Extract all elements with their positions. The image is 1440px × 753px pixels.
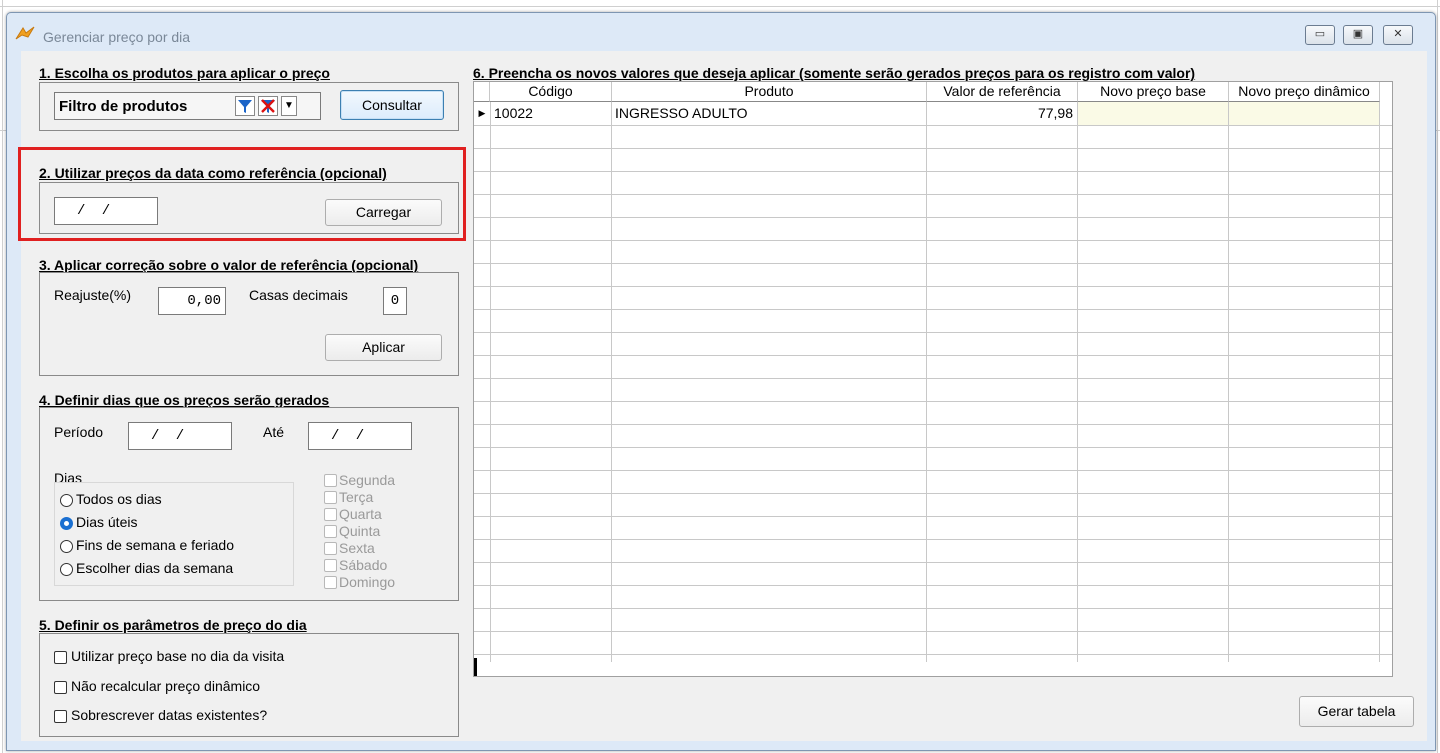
period-start-field[interactable]: / / xyxy=(128,422,232,450)
checkbox[interactable] xyxy=(54,710,67,723)
checkbox-label: Sobrescrever datas existentes? xyxy=(71,707,268,723)
column-header-novo-preco-base[interactable]: Novo preço base xyxy=(1078,82,1229,102)
cell-novo-preco-dinamico[interactable] xyxy=(1229,102,1379,125)
adjust-label: Reajuste(%) xyxy=(54,287,132,303)
row-pointer-icon: ▶ xyxy=(478,108,486,118)
decimals-label: Casas decimais xyxy=(249,287,348,303)
cell-produto[interactable]: INGRESSO ADULTO xyxy=(612,102,926,125)
checkbox[interactable] xyxy=(324,525,337,538)
checkbox[interactable] xyxy=(324,508,337,521)
app-icon xyxy=(15,26,35,40)
window-title: Gerenciar preço por dia xyxy=(43,29,191,45)
radio-label: Dias úteis xyxy=(76,514,138,530)
section3-title: 3. Aplicar correção sobre o valor de ref… xyxy=(39,257,419,273)
radio-button[interactable] xyxy=(60,494,73,507)
grid-horizontal-scrollbar-edge[interactable] xyxy=(474,658,477,676)
radio-button-selected[interactable] xyxy=(60,517,73,530)
clear-filter-button[interactable] xyxy=(258,96,278,116)
filter-dropdown-button[interactable]: ▼ xyxy=(281,96,297,116)
section3-group: Reajuste(%) 0,00 Casas decimais 0 Aplica… xyxy=(39,272,459,376)
filter-label: Filtro de produtos xyxy=(59,98,188,115)
column-header-novo-preco-dinamico[interactable]: Novo preço dinâmico xyxy=(1229,82,1380,102)
restore-icon: ▣ xyxy=(1352,28,1364,40)
checkbox[interactable] xyxy=(324,474,337,487)
radio-label: Fins de semana e feriado xyxy=(76,537,234,553)
radio-button[interactable] xyxy=(60,540,73,553)
dialog-client-area: 1. Escolha os produtos para aplicar o pr… xyxy=(18,51,1427,741)
section4-title: 4. Definir dias que os preços serão gera… xyxy=(39,392,330,408)
checkbox-label: Quarta xyxy=(339,506,382,522)
checkbox-label: Domingo xyxy=(339,574,396,590)
minimize-button[interactable]: ▭ xyxy=(1305,25,1335,45)
radio-label: Escolher dias da semana xyxy=(76,560,234,576)
checkbox[interactable] xyxy=(324,559,337,572)
checkbox[interactable] xyxy=(54,651,67,664)
checkbox-label: Quinta xyxy=(339,523,381,539)
section2-title: 2. Utilizar preços da data como referênc… xyxy=(39,165,387,181)
close-button[interactable]: ✕ xyxy=(1383,25,1413,45)
adjust-percent-field[interactable]: 0,00 xyxy=(158,287,226,315)
section4-group: Período / / Até / / Dias Todos os dias D… xyxy=(39,407,459,601)
load-button[interactable]: Carregar xyxy=(325,199,442,226)
checkbox-label: Utilizar preço base no dia da visita xyxy=(71,648,285,664)
period-end-field[interactable]: / / xyxy=(308,422,412,450)
dialog-window: Gerenciar preço por dia ▭ ▣ ✕ 1. Escolha… xyxy=(6,12,1436,751)
checkbox[interactable] xyxy=(54,681,67,694)
consult-button[interactable]: Consultar xyxy=(340,90,444,120)
close-icon: ✕ xyxy=(1393,28,1403,40)
radio-button[interactable] xyxy=(60,563,73,576)
section5-title: 5. Definir os parâmetros de preço do dia xyxy=(39,617,307,633)
reference-date-field[interactable]: / / xyxy=(54,197,158,225)
price-grid[interactable]: Código Produto Valor de referência Novo … xyxy=(473,81,1393,677)
section1-title: 1. Escolha os produtos para aplicar o pr… xyxy=(39,65,330,81)
section6-title: 6. Preencha os novos valores que deseja … xyxy=(473,65,1196,81)
filter-button[interactable] xyxy=(235,96,255,116)
decimals-field[interactable]: 0 xyxy=(383,287,407,315)
checkbox-label: Terça xyxy=(339,489,374,505)
weekday-checkboxes: Segunda Terça Quarta Quinta Sexta Sábado… xyxy=(324,472,444,598)
until-label: Até xyxy=(263,424,285,440)
checkbox-label: Segunda xyxy=(339,472,396,488)
apply-button[interactable]: Aplicar xyxy=(325,334,442,361)
section5-group: Utilizar preço base no dia da visita Não… xyxy=(39,633,459,737)
column-header-valor-referencia[interactable]: Valor de referência xyxy=(927,82,1078,102)
days-radio-group: Todos os dias Dias úteis Fins de semana … xyxy=(54,482,294,586)
checkbox[interactable] xyxy=(324,542,337,555)
filter-icon xyxy=(238,100,252,113)
clear-filter-icon xyxy=(261,99,275,113)
dropdown-arrow-icon: ▼ xyxy=(284,100,294,111)
checkbox[interactable] xyxy=(324,491,337,504)
section1-group: Filtro de produtos ▼ Consultar xyxy=(39,82,459,131)
checkbox-label: Não recalcular preço dinâmico xyxy=(71,678,261,694)
cell-valor-referencia[interactable]: 77,98 xyxy=(927,102,1077,125)
title-bar[interactable]: Gerenciar preço por dia ▭ ▣ ✕ xyxy=(7,13,1435,51)
radio-label: Todos os dias xyxy=(76,491,162,507)
product-filter[interactable]: Filtro de produtos ▼ xyxy=(54,92,321,120)
column-header-codigo[interactable]: Código xyxy=(490,82,612,102)
checkbox[interactable] xyxy=(324,576,337,589)
checkbox-label: Sábado xyxy=(339,557,388,573)
cell-codigo[interactable]: 10022 xyxy=(491,102,611,125)
period-label: Período xyxy=(54,424,104,440)
generate-table-button[interactable]: Gerar tabela xyxy=(1299,696,1414,727)
maximize-button[interactable]: ▣ xyxy=(1343,25,1373,45)
checkbox-label: Sexta xyxy=(339,540,375,556)
section2-group: / / Carregar xyxy=(39,182,459,234)
cell-novo-preco-base[interactable] xyxy=(1078,102,1228,125)
minimize-icon: ▭ xyxy=(1314,28,1326,40)
row-header-corner xyxy=(474,82,490,102)
column-header-produto[interactable]: Produto xyxy=(612,82,927,102)
